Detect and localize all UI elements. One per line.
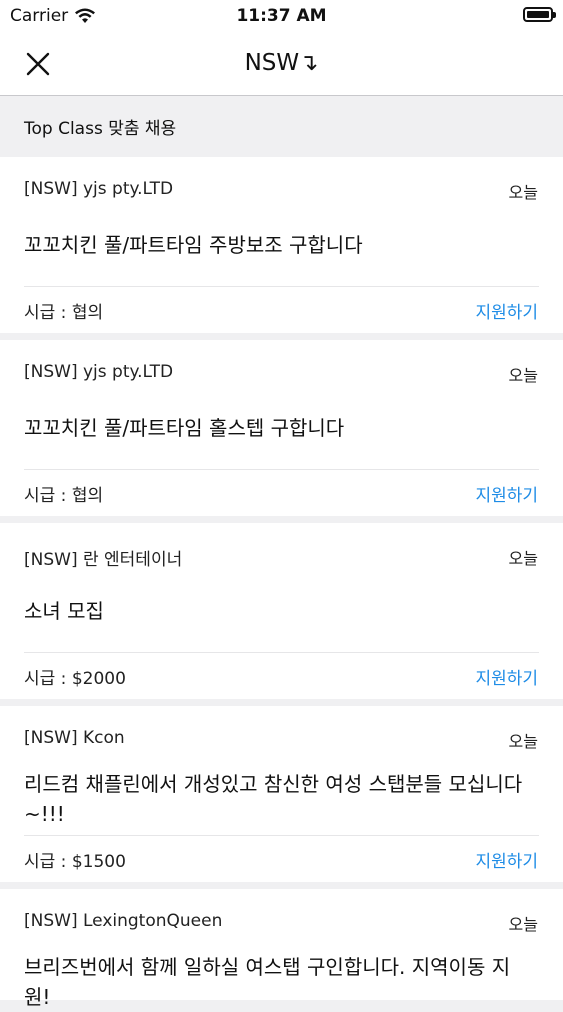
apply-button[interactable]: 지원하기 [475, 847, 538, 872]
job-card[interactable]: [NSW] yjs pty.LTD 오늘 꼬꼬치킨 풀/파트타임 홀스텝 구합니… [0, 340, 563, 516]
company-name: [NSW] yjs pty.LTD [24, 362, 174, 382]
apply-button[interactable]: 지원하기 [475, 298, 538, 323]
region-selector[interactable]: NSW↴ [0, 50, 563, 76]
nav-bar: NSW↴ [0, 32, 563, 96]
company-name: [NSW] Kcon [24, 728, 125, 748]
divider [24, 835, 539, 836]
status-bar: Carrier 11:37 AM [0, 0, 563, 32]
posted-date: 오늘 [508, 366, 538, 385]
divider [24, 652, 539, 653]
job-card[interactable]: [NSW] 란 엔터테이너 오늘 소녀 모집 시급 : $2000 지원하기 [0, 523, 563, 699]
divider [24, 469, 539, 470]
job-title: 브리즈번에서 함께 일하실 여스탭 구인합니다. 지역이동 지원! [24, 955, 511, 1009]
job-card[interactable]: [NSW] LexingtonQueen 오늘 브리즈번에서 함께 일하실 여스… [0, 889, 563, 1009]
page-title: NSW↴ [244, 50, 319, 76]
divider [24, 286, 539, 287]
job-title: 꼬꼬치킨 풀/파트타임 주방보조 구합니다 [24, 233, 363, 257]
job-title: 리드컴 채플린에서 개성있고 참신한 여성 스탭분들 모십니다~!!! [24, 772, 523, 826]
posted-date: 오늘 [508, 915, 538, 934]
battery-icon [523, 7, 556, 22]
battery-cap [553, 12, 556, 18]
company-name: [NSW] 란 엔터테이너 [24, 550, 183, 570]
company-name: [NSW] yjs pty.LTD [24, 179, 174, 199]
company-name: [NSW] LexingtonQueen [24, 911, 223, 931]
posted-date: 오늘 [508, 732, 538, 751]
battery-fill [527, 11, 549, 18]
wage-label: 시급 : 협의 [24, 486, 104, 506]
status-time: 11:37 AM [236, 6, 327, 26]
job-title: 소녀 모집 [24, 599, 104, 623]
apply-button[interactable]: 지원하기 [475, 481, 538, 506]
posted-date: 오늘 [508, 549, 538, 568]
wage-label: 시급 : $1500 [24, 852, 126, 872]
apply-button[interactable]: 지원하기 [475, 664, 538, 689]
job-card[interactable]: [NSW] Kcon 오늘 리드컴 채플린에서 개성있고 참신한 여성 스탭분들… [0, 706, 563, 882]
section-title: Top Class 맞춤 채용 [24, 119, 177, 139]
posted-date: 오늘 [508, 183, 538, 202]
section-header: Top Class 맞춤 채용 [0, 96, 563, 156]
wage-label: 시급 : $2000 [24, 669, 126, 689]
job-title: 꼬꼬치킨 풀/파트타임 홀스텝 구합니다 [24, 416, 345, 440]
job-card[interactable]: [NSW] yjs pty.LTD 오늘 꼬꼬치킨 풀/파트타임 주방보조 구합… [0, 157, 563, 333]
wage-label: 시급 : 협의 [24, 303, 104, 323]
